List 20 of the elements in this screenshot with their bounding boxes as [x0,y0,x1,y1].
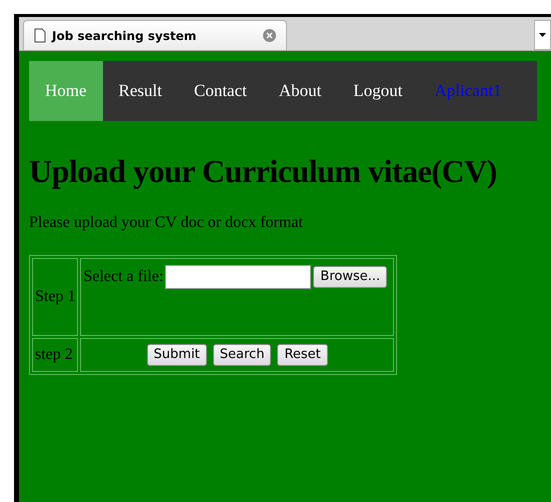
form-button[interactable]: Reset [277,344,328,366]
browse-button[interactable]: Browse... [313,266,388,288]
close-icon[interactable] [263,29,276,42]
step-label: step 2 [32,338,78,372]
nav-link[interactable]: Result [102,61,178,121]
document-icon [34,28,46,43]
tab-title: Job searching system [52,28,198,44]
nav-link[interactable]: Contact [178,61,263,121]
nav-link[interactable]: Logout [337,61,418,121]
caret-icon [539,33,546,37]
nav-link[interactable]: About [262,61,338,121]
file-path-field[interactable] [165,265,312,289]
step-label: Step 1 [32,258,78,336]
form-button[interactable]: Search [212,344,272,366]
file-label: Select a file: [83,267,164,287]
intro-text: Please upload your CV doc or docx format [29,213,304,233]
tab-list-button[interactable] [534,20,551,50]
browser-tab[interactable]: Job searching system [23,20,287,50]
form-button[interactable]: Submit [146,344,207,366]
page-heading: Upload your Curriculum vitae(CV) [29,152,498,191]
